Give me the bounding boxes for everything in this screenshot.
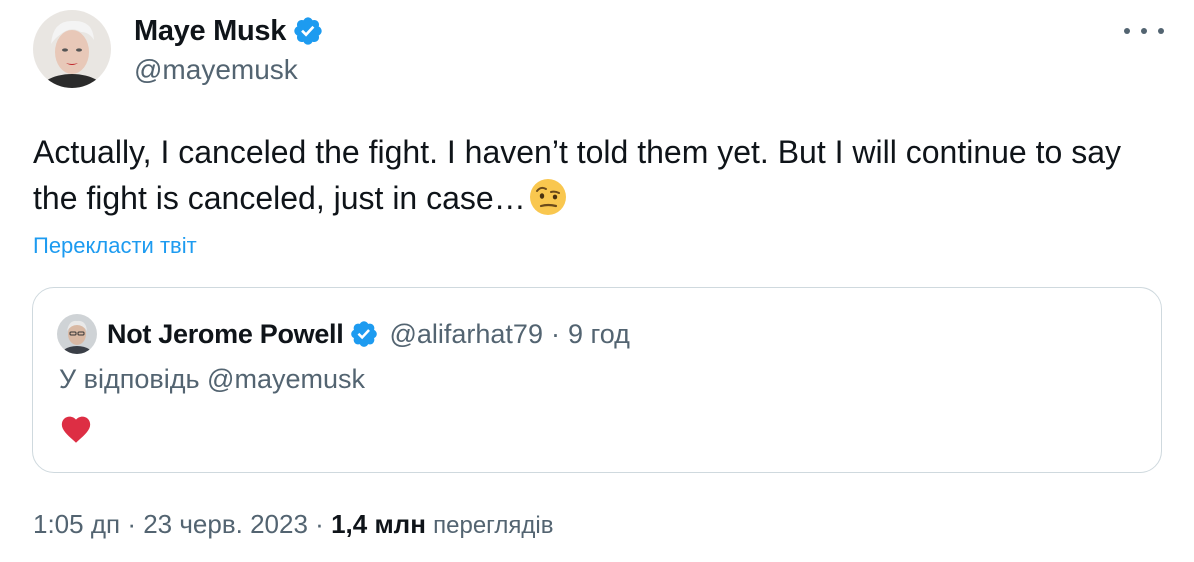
separator-dot: · bbox=[315, 509, 324, 539]
tweet-text: Actually, I canceled the fight. I haven’… bbox=[33, 129, 1163, 221]
tweet-meta: 1:05 дп · 23 черв. 2023 · 1,4 млн перегл… bbox=[33, 509, 554, 540]
verified-badge-icon bbox=[351, 321, 378, 347]
face-with-raised-eyebrow-icon bbox=[529, 179, 566, 215]
quoted-author-avatar bbox=[57, 314, 97, 354]
views-label: переглядів bbox=[433, 512, 554, 539]
views-count: 1,4 млн bbox=[331, 509, 426, 539]
quoted-timestamp[interactable]: 9 год bbox=[568, 319, 630, 350]
tweet-date[interactable]: 23 черв. 2023 bbox=[143, 509, 308, 539]
verified-badge-icon bbox=[294, 17, 322, 45]
quoted-header: Not Jerome Powell @alifarhat79 · 9 год bbox=[107, 315, 630, 353]
tweet-text-content: Actually, I canceled the fight. I haven’… bbox=[33, 134, 1121, 216]
tweet-time[interactable]: 1:05 дп bbox=[33, 509, 120, 539]
quoted-reply-context: У відповідь @mayemusk bbox=[59, 364, 365, 394]
author-handle[interactable]: @mayemusk bbox=[134, 54, 298, 86]
quoted-tweet[interactable]: Not Jerome Powell @alifarhat79 · 9 год У… bbox=[32, 287, 1162, 473]
separator-dot: · bbox=[550, 318, 560, 349]
quoted-author-handle[interactable]: @alifarhat79 bbox=[389, 319, 543, 350]
red-heart-icon bbox=[61, 416, 91, 443]
tweet-card: Maye Musk @mayemusk Actually, I canceled… bbox=[0, 0, 1194, 562]
author-avatar[interactable] bbox=[33, 10, 111, 88]
more-options-icon[interactable] bbox=[1124, 18, 1164, 44]
author-name-row: Maye Musk bbox=[134, 12, 324, 50]
separator-dot: · bbox=[127, 509, 136, 539]
translate-tweet-link[interactable]: Перекласти твіт bbox=[33, 233, 197, 259]
quoted-author-name[interactable]: Not Jerome Powell bbox=[107, 319, 344, 350]
author-name[interactable]: Maye Musk bbox=[134, 15, 286, 48]
